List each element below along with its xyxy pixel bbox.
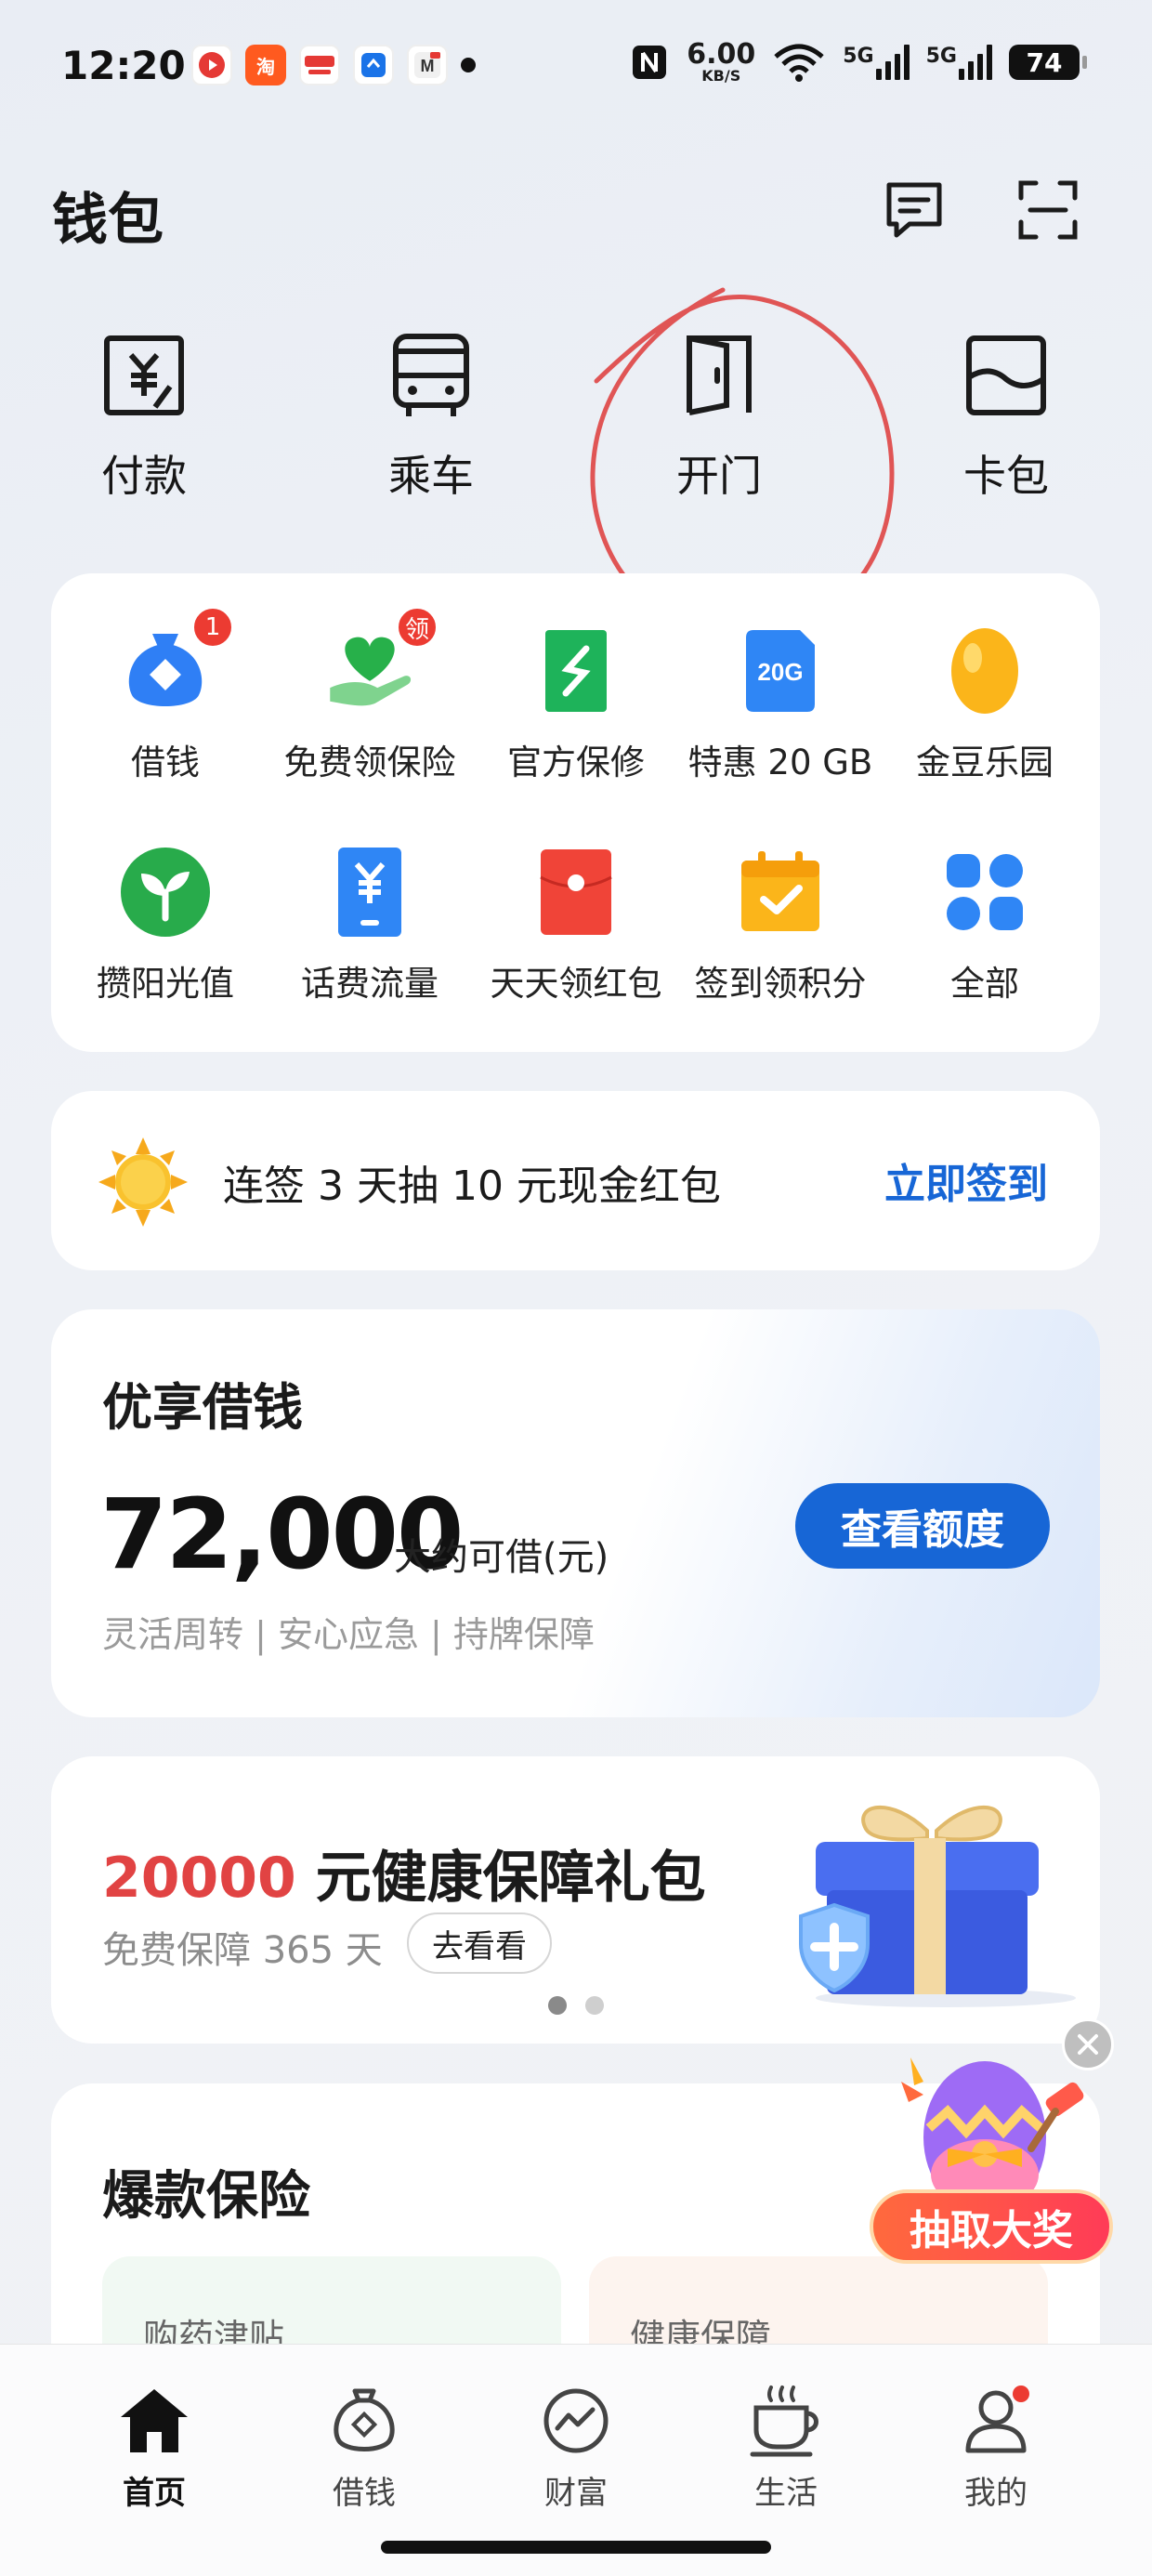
service-label: 免费领保险 — [283, 743, 456, 782]
card-wallet-icon — [960, 329, 1053, 422]
notification-badge: 领 — [396, 606, 439, 649]
service-label: 金豆乐园 — [916, 743, 1054, 782]
more-notifications-dot — [461, 58, 476, 72]
yuan-payment-icon — [98, 329, 190, 422]
sprout-icon — [119, 846, 212, 939]
loan-title: 优享借钱 — [102, 1378, 303, 1437]
user-icon — [957, 2382, 1035, 2460]
service-all[interactable]: 全部 — [883, 846, 1087, 1005]
all-grid-icon — [938, 846, 1031, 939]
sun-icon — [98, 1137, 188, 1227]
service-label: 官方保修 — [507, 743, 645, 782]
home-icon — [115, 2382, 193, 2460]
nav-home[interactable]: 首页 — [71, 2382, 238, 2513]
signal-1-icon: 5G — [843, 45, 910, 80]
system-icons: 6.00 KB/S 5G 5G 74 — [629, 38, 1087, 85]
phone-bill-icon — [323, 846, 416, 939]
carousel-dots — [548, 1996, 604, 2015]
message-button[interactable] — [877, 173, 951, 247]
bus-icon — [385, 329, 478, 422]
wifi-icon — [774, 44, 824, 82]
wealth-chart-icon — [537, 2382, 615, 2460]
golden-bean-icon — [938, 624, 1031, 717]
ai-app-icon — [353, 45, 394, 85]
service-free-insurance[interactable]: 领 免费领保险 — [268, 606, 472, 784]
taobao-app-icon: 淘 — [245, 45, 286, 85]
red-envelope-icon — [530, 846, 622, 939]
service-label: 话费流量 — [301, 964, 439, 1004]
insurance-banner-title: 20000 元健康保障礼包 — [102, 1846, 706, 1911]
loan-subtitle: 灵活周转 | 安心应急 | 持牌保障 — [102, 1614, 595, 1655]
quick-action-label: 乘车 — [388, 451, 474, 501]
signin-button[interactable]: 立即签到 — [884, 1150, 1048, 1210]
check-credit-button[interactable]: 查看额度 — [795, 1483, 1050, 1569]
service-label: 特惠 20 GB — [687, 743, 873, 782]
calendar-check-icon — [734, 846, 827, 939]
hot-insurance-title: 爆款保险 — [102, 2166, 310, 2227]
repair-icon — [530, 624, 622, 717]
page-title: 钱包 — [52, 188, 164, 253]
gift-box-icon — [799, 1806, 1076, 2007]
net-speed: 6.00 KB/S — [687, 38, 756, 85]
service-data-20gb[interactable]: 20G 特惠 20 GB — [678, 624, 883, 784]
home-indicator[interactable] — [381, 2541, 771, 2554]
quick-action-label: 付款 — [101, 451, 187, 501]
nav-wealth[interactable]: 财富 — [492, 2382, 660, 2513]
scan-button[interactable] — [1011, 173, 1085, 247]
nfc-icon — [633, 46, 667, 79]
service-label: 签到领积分 — [694, 964, 867, 1004]
svg-text:M: M — [421, 57, 435, 75]
battery-icon: 74 — [1009, 45, 1087, 80]
notification-badge: 1 — [191, 606, 234, 649]
service-label: 借钱 — [131, 743, 200, 782]
m-app-icon: M — [407, 45, 448, 85]
service-phone-bill[interactable]: 话费流量 — [268, 846, 472, 1005]
carousel-dot — [585, 1996, 604, 2015]
carousel-dot-active — [548, 1996, 567, 2015]
svg-text:20G: 20G — [757, 658, 803, 686]
status-bar: 12:20 淘 M 6.00 KB/S 5G 5G 74 — [0, 0, 1152, 139]
unread-dot — [1013, 2385, 1029, 2402]
coffee-cup-icon — [747, 2382, 825, 2460]
quick-action-label: 卡包 — [963, 451, 1049, 501]
service-official-repair[interactable]: 官方保修 — [474, 624, 678, 784]
message-icon — [886, 182, 942, 238]
video-app-icon — [191, 45, 232, 85]
data-20g-icon: 20G — [734, 624, 827, 717]
quick-action-card-wallet[interactable]: 卡包 — [923, 329, 1090, 504]
news-app-icon — [299, 45, 340, 85]
nav-label: 借钱 — [333, 2475, 396, 2512]
nav-label: 生活 — [754, 2475, 818, 2512]
notification-icons: 淘 M — [191, 45, 476, 85]
service-label: 天天领红包 — [490, 964, 662, 1004]
service-red-envelope[interactable]: 天天领红包 — [474, 846, 678, 1005]
loan-unit: 大约可借(元) — [394, 1536, 609, 1579]
service-checkin-points[interactable]: 签到领积分 — [678, 846, 883, 1005]
nav-label: 财富 — [544, 2475, 608, 2512]
nav-mine[interactable]: 我的 — [912, 2382, 1080, 2513]
go-see-button[interactable]: 去看看 — [407, 1912, 552, 1974]
service-loan[interactable]: 1 借钱 — [63, 606, 268, 784]
service-label: 攒阳光值 — [97, 964, 234, 1004]
service-label: 全部 — [950, 964, 1019, 1004]
status-time: 12:20 — [61, 43, 186, 88]
insurance-hand-icon: 领 — [323, 606, 439, 717]
scan-icon — [1018, 180, 1078, 240]
lottery-button[interactable]: 抽取大奖 — [870, 2189, 1113, 2264]
nav-label: 我的 — [964, 2475, 1028, 2512]
nav-life[interactable]: 生活 — [702, 2382, 870, 2513]
signin-promo-text: 连签 3 天抽 10 元现金红包 — [223, 1163, 721, 1210]
loan-bag-icon: 1 — [119, 606, 234, 717]
nav-loan[interactable]: 借钱 — [281, 2382, 448, 2513]
signal-2-icon: 5G — [926, 45, 992, 80]
quick-action-transit[interactable]: 乘车 — [347, 329, 515, 504]
close-icon — [1078, 2034, 1098, 2055]
money-bag-icon — [325, 2382, 403, 2460]
quick-action-pay[interactable]: 付款 — [60, 329, 228, 504]
service-sunshine[interactable]: 攒阳光值 — [63, 846, 268, 1005]
service-golden-bean[interactable]: 金豆乐园 — [883, 624, 1087, 784]
nav-label: 首页 — [123, 2475, 186, 2512]
close-floating-button[interactable] — [1062, 2018, 1114, 2070]
insurance-banner-subtitle: 免费保障 365 天 — [102, 1929, 383, 1972]
